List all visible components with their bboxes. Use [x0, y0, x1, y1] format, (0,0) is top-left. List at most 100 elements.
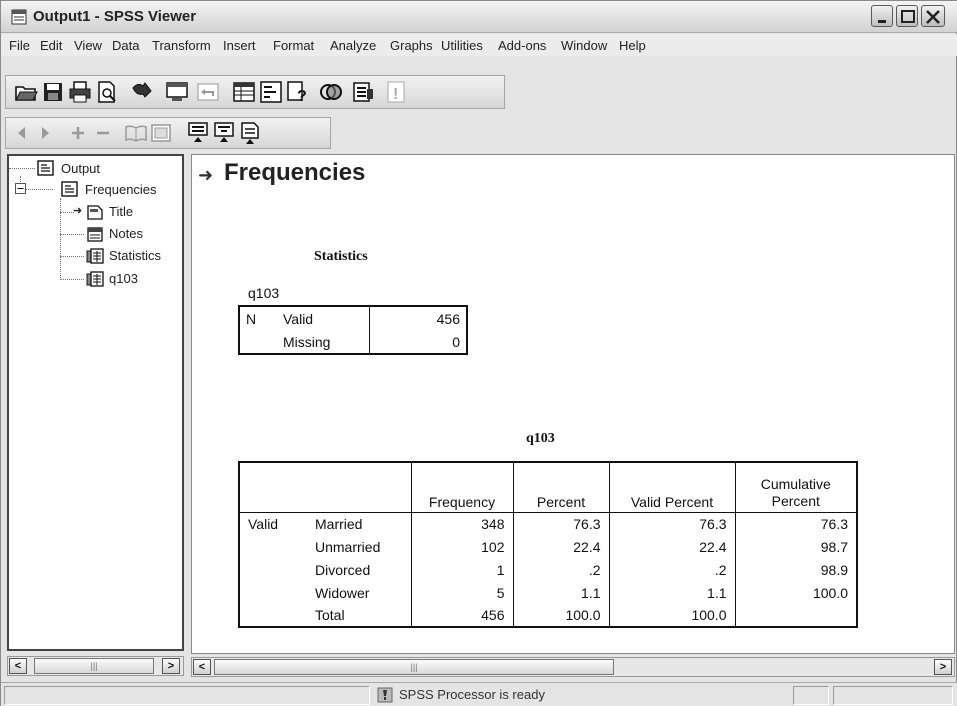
status-bar: SPSS Processor is ready	[1, 682, 957, 706]
statistics-table[interactable]: N Valid 456 Missing 0	[238, 305, 468, 355]
valid-percent-cell: 100.0	[608, 604, 735, 628]
print-preview-icon	[98, 81, 116, 103]
app-icon	[11, 9, 27, 25]
print-button[interactable]	[67, 79, 93, 105]
valid-label: Valid	[277, 305, 369, 330]
maximize-button[interactable]	[896, 5, 918, 27]
statistics-variable-label: q103	[248, 285, 280, 301]
percent-header: Percent	[512, 461, 609, 513]
menu-transform[interactable]: Transform	[152, 38, 211, 53]
outline-frequencies-node[interactable]: Frequencies	[85, 182, 157, 197]
outline-statistics-item[interactable]: Statistics	[109, 248, 161, 263]
show-button[interactable]	[123, 120, 149, 146]
hide-button[interactable]	[148, 120, 174, 146]
insert-text-icon	[241, 122, 259, 144]
cumulative-cell: 98.9	[734, 558, 858, 581]
frequencies-heading[interactable]: Frequencies	[224, 159, 365, 187]
outline-scrollbar[interactable]: < ||| >	[7, 656, 184, 676]
cumulative-cell: 76.3	[734, 512, 858, 535]
menu-help[interactable]: Help	[619, 38, 646, 53]
cumulative-percent-header: Cumulative Percent	[734, 461, 858, 513]
notes-node-icon	[87, 227, 103, 242]
processor-icon	[377, 687, 393, 703]
collapse-node-icon[interactable]	[15, 183, 26, 194]
table-row: Widower 5 1.1 1.1 100.0	[238, 581, 858, 604]
table-row: Divorced 1 .2 .2 98.9	[238, 558, 858, 581]
menu-view[interactable]: View	[74, 38, 102, 53]
insert-heading-button[interactable]	[185, 120, 211, 146]
menu-window[interactable]: Window	[561, 38, 607, 53]
statistics-table-title: Statistics	[314, 249, 368, 264]
variables-icon	[260, 81, 282, 103]
scroll-left-icon[interactable]: <	[9, 658, 27, 674]
content-scroll-thumb[interactable]: |||	[214, 659, 614, 675]
save-button[interactable]	[40, 79, 66, 105]
demote-icon	[42, 127, 49, 139]
maximize-icon	[901, 10, 915, 23]
menu-graphs[interactable]: Graphs	[390, 38, 433, 53]
menu-format[interactable]: Format	[273, 38, 314, 53]
recall-dialog-button[interactable]	[164, 79, 190, 105]
menu-insert[interactable]: Insert	[223, 38, 256, 53]
content-scrollbar[interactable]: < ||| >	[191, 657, 955, 677]
open-button[interactable]	[13, 79, 39, 105]
menu-utilities[interactable]: Utilities	[441, 38, 483, 53]
insert-text-button[interactable]	[237, 120, 263, 146]
table-row: N Valid 456	[238, 305, 468, 330]
percent-cell: 1.1	[512, 581, 609, 604]
scroll-right-icon[interactable]: >	[162, 658, 180, 674]
n-label: N	[238, 305, 277, 330]
outline-pane: Output Frequencies ➜ Title Notes Statist…	[7, 154, 184, 651]
goto-data-icon	[233, 82, 255, 102]
output-content-pane: ➜ Frequencies Statistics q103 N Valid 45…	[191, 154, 955, 654]
print-preview-button[interactable]	[94, 79, 120, 105]
outline-output-node[interactable]: Output	[61, 161, 100, 176]
frequency-table[interactable]: Frequency Percent Valid Percent Cumulati…	[238, 461, 858, 628]
outline-scroll-thumb[interactable]: |||	[34, 658, 154, 674]
run-button[interactable]: !	[383, 79, 409, 105]
demote-button[interactable]	[32, 120, 58, 146]
menu-file[interactable]: File	[9, 38, 30, 53]
row-label: Widower	[315, 584, 370, 601]
outline-q103-item[interactable]: q103	[109, 271, 138, 286]
run-icon: !	[387, 81, 405, 103]
cumulative-cell: 98.7	[734, 535, 858, 558]
expand-button[interactable]	[65, 120, 91, 146]
outline-notes-item[interactable]: Notes	[109, 226, 143, 241]
collapse-icon	[97, 131, 109, 135]
undo-button[interactable]	[195, 79, 221, 105]
menu-edit[interactable]: Edit	[40, 38, 62, 53]
goto-data-button[interactable]	[231, 79, 257, 105]
status-text: SPSS Processor is ready	[399, 687, 545, 702]
title-node-icon	[87, 205, 103, 220]
designate-window-button[interactable]	[350, 79, 376, 105]
minimize-button[interactable]	[871, 5, 893, 27]
svg-text:!: !	[393, 86, 398, 103]
insert-heading-icon	[188, 122, 208, 142]
percent-cell: 76.3	[512, 512, 609, 535]
selected-arrow-icon: ➜	[73, 205, 83, 217]
row-label: Unmarried	[315, 538, 381, 555]
cumulative-cell	[734, 604, 858, 628]
outline-title-item[interactable]: Title	[109, 204, 133, 219]
frequency-table-title: q103	[526, 431, 555, 446]
designate-window-icon	[353, 82, 373, 102]
menu-data[interactable]: Data	[112, 38, 139, 53]
close-button[interactable]	[921, 5, 945, 27]
scroll-right-icon[interactable]: >	[934, 659, 952, 675]
export-button[interactable]	[129, 79, 155, 105]
open-icon	[15, 86, 38, 101]
frequencies-node-icon	[61, 181, 78, 197]
variables-button[interactable]	[258, 79, 284, 105]
menu-analyze[interactable]: Analyze	[330, 38, 376, 53]
collapse-button[interactable]	[90, 120, 116, 146]
heading-arrow-icon: ➜	[198, 165, 214, 185]
use-sets-button[interactable]	[318, 79, 344, 105]
insert-title-button[interactable]	[211, 120, 237, 146]
help-button[interactable]: ?	[285, 79, 311, 105]
scroll-left-icon[interactable]: <	[193, 659, 211, 675]
menu-addons[interactable]: Add-ons	[498, 38, 546, 53]
valid-percent-cell: 22.4	[608, 535, 735, 558]
valid-percent-cell: 76.3	[608, 512, 735, 535]
missing-value: 0	[368, 330, 468, 355]
